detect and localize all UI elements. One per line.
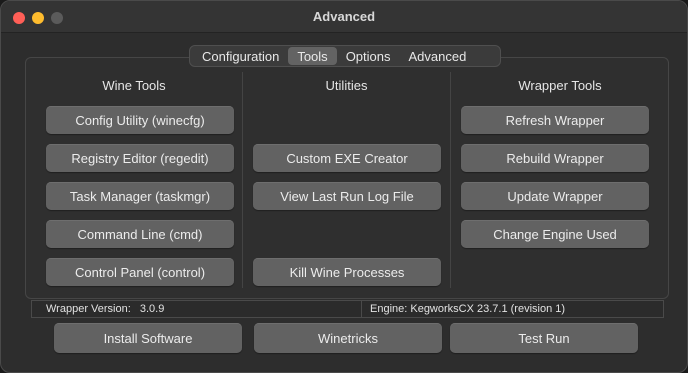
advanced-window: Advanced Wine Tools Config Utility (wine… <box>0 0 688 373</box>
wine-tools-header: Wine Tools <box>102 78 166 93</box>
tab-configuration[interactable]: Configuration <box>193 47 288 65</box>
wrapper-version-label: Wrapper Version: <box>46 303 131 315</box>
utilities-column: Utilities Custom EXE Creator View Last R… <box>243 58 450 298</box>
tab-options[interactable]: Options <box>337 47 400 65</box>
install-software-button[interactable]: Install Software <box>54 323 242 353</box>
control-panel-button[interactable]: Control Panel (control) <box>46 258 234 286</box>
update-wrapper-button[interactable]: Update Wrapper <box>461 182 649 210</box>
status-separator <box>361 301 362 317</box>
wine-tools-column: Wine Tools Config Utility (winecfg) Regi… <box>26 58 242 298</box>
command-line-button[interactable]: Command Line (cmd) <box>46 220 234 248</box>
rebuild-wrapper-button[interactable]: Rebuild Wrapper <box>461 144 649 172</box>
wrapper-version-status: Wrapper Version: 3.0.9 <box>46 303 164 315</box>
engine-status: Engine: KegworksCX 23.7.1 (revision 1) <box>370 303 566 315</box>
view-last-run-log-button[interactable]: View Last Run Log File <box>253 182 441 210</box>
config-utility-button[interactable]: Config Utility (winecfg) <box>46 106 234 134</box>
kill-wine-processes-button[interactable]: Kill Wine Processes <box>253 258 441 286</box>
tab-advanced[interactable]: Advanced <box>400 47 476 65</box>
custom-exe-creator-button[interactable]: Custom EXE Creator <box>253 144 441 172</box>
wrapper-version-value: 3.0.9 <box>139 303 165 315</box>
registry-editor-button[interactable]: Registry Editor (regedit) <box>46 144 234 172</box>
title-bar[interactable]: Advanced <box>1 1 687 33</box>
wrapper-tools-header: Wrapper Tools <box>518 78 602 93</box>
utilities-header: Utilities <box>325 78 368 93</box>
window-title: Advanced <box>312 9 376 24</box>
task-manager-button[interactable]: Task Manager (taskmgr) <box>46 182 234 210</box>
change-engine-button[interactable]: Change Engine Used <box>461 220 649 248</box>
tab-tools[interactable]: Tools <box>288 47 337 65</box>
tab-bar: Configuration Tools Options Advanced <box>189 45 501 67</box>
status-bar: Wrapper Version: 3.0.9 Engine: KegworksC… <box>31 300 664 318</box>
test-run-button[interactable]: Test Run <box>450 323 638 353</box>
winetricks-button[interactable]: Winetricks <box>254 323 442 353</box>
refresh-wrapper-button[interactable]: Refresh Wrapper <box>461 106 649 134</box>
wrapper-tools-column: Wrapper Tools Refresh Wrapper Rebuild Wr… <box>451 58 669 298</box>
tools-group-box: Wine Tools Config Utility (winecfg) Regi… <box>25 57 669 299</box>
